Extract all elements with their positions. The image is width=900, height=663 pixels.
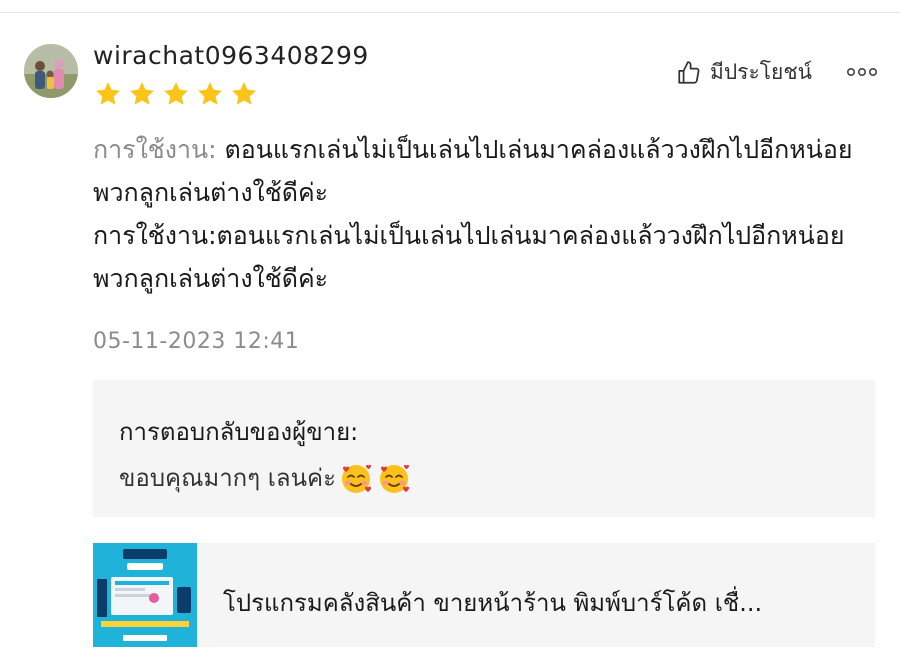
- seller-reply-title: การตอบกลับของผู้ขาย:: [119, 418, 359, 446]
- usage-label: การใช้งาน:: [93, 135, 217, 164]
- product-thumbnail[interactable]: [93, 543, 197, 647]
- avatar[interactable]: [24, 44, 78, 98]
- product-image: [93, 543, 197, 647]
- thumbs-up-icon: [678, 60, 700, 84]
- reviewer-username[interactable]: wirachat0963408299: [93, 41, 369, 70]
- review-body: การใช้งาน: ตอนแรกเล่นไม่เป็นเล่นไปเล่นมา…: [93, 128, 883, 300]
- seller-reply-message: ขอบคุณมากๆ เลนค่ะ: [119, 464, 336, 492]
- star-icon: [96, 82, 120, 105]
- top-divider: [0, 12, 900, 13]
- review-full-text: การใช้งาน:ตอนแรกเล่นไม่เป็นเล่นไปเล่นมาค…: [93, 221, 845, 293]
- helpful-label: มีประโยชน์: [710, 60, 812, 84]
- review-timestamp: 05-11-2023 12:41: [93, 329, 300, 354]
- star-rating: [93, 80, 259, 108]
- seller-reply-box: การตอบกลับของผู้ขาย: ขอบคุณมากๆ เลนค่ะ: [93, 380, 875, 517]
- more-options-icon[interactable]: [846, 62, 878, 82]
- smiling-face-with-hearts-icon: [379, 464, 409, 493]
- star-icon: [198, 82, 222, 105]
- star-icon: [232, 82, 256, 105]
- review-usage-line: การใช้งาน: ตอนแรกเล่นไม่เป็นเล่นไปเล่นมา…: [93, 128, 883, 214]
- product-card[interactable]: โปรแกรมคลังสินค้า ขายหน้าร้าน พิมพ์บาร์โ…: [93, 543, 875, 647]
- seller-reply-text: ขอบคุณมากๆ เลนค่ะ: [119, 458, 412, 497]
- product-name[interactable]: โปรแกรมคลังสินค้า ขายหน้าร้าน พิมพ์บาร์โ…: [223, 583, 762, 622]
- helpful-button[interactable]: มีประโยชน์: [676, 56, 812, 89]
- star-icon: [130, 82, 154, 105]
- smiling-face-with-hearts-icon: [341, 464, 371, 493]
- star-icon: [164, 82, 188, 105]
- avatar-photo: [24, 44, 78, 98]
